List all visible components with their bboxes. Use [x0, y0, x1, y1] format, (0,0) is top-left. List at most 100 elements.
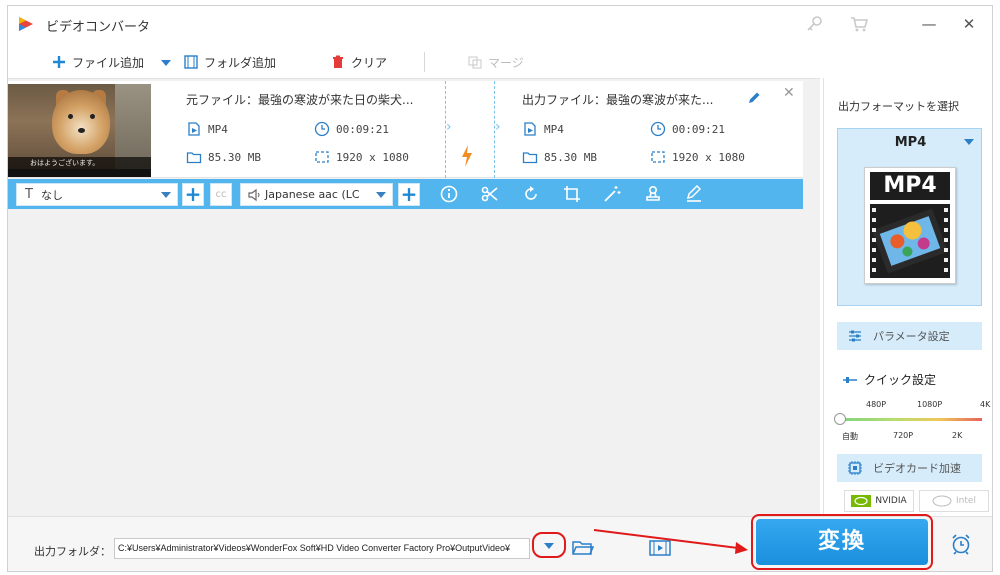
video-thumbnail[interactable]: おはようございます。	[8, 84, 151, 177]
dog-image	[52, 90, 110, 154]
quality-slider-handle[interactable]	[834, 413, 846, 425]
quality-slider-track[interactable]	[838, 418, 982, 421]
film-folder-icon	[184, 55, 198, 69]
quick-settings-title: クイック設定	[842, 371, 936, 388]
add-folder-button[interactable]: フォルダ追加	[183, 52, 276, 72]
add-folder-label: フォルダ追加	[204, 55, 277, 70]
folder-icon	[186, 152, 202, 164]
film-balloons-icon	[870, 204, 950, 278]
thumbnail-caption: おはようございます。	[8, 157, 151, 169]
audio-track-select[interactable]: Japanese aac (LC	[240, 183, 393, 206]
toolbar-divider	[424, 52, 425, 72]
source-resolution: 1920 x 1080	[314, 149, 409, 165]
app-window: ビデオコンバータ — ✕ ファイル追加 フォルダ追加 クリア マージ おはようご…	[7, 5, 993, 572]
resolution-icon	[315, 151, 329, 163]
quality-1080p: 1080P	[917, 400, 943, 409]
app-title: ビデオコンバータ	[46, 20, 151, 35]
resolution-icon	[651, 151, 665, 163]
rotate-icon[interactable]	[521, 184, 541, 204]
title-bar: ビデオコンバータ — ✕	[8, 6, 992, 42]
chevron-down-icon	[376, 192, 386, 198]
output-duration: 00:09:21	[650, 121, 725, 137]
source-duration: 00:09:21	[314, 121, 389, 137]
quality-720p: 720P	[893, 431, 914, 440]
nvidia-logo-icon	[851, 495, 872, 507]
app-logo-icon	[19, 17, 33, 31]
output-file-name: 出力ファイル：最強の寒波が来た...	[522, 93, 714, 107]
format-name: MP4	[894, 135, 927, 150]
merge-button[interactable]: マージ	[467, 52, 524, 72]
quality-2k: 2K	[952, 431, 963, 440]
video-format-icon	[524, 122, 536, 136]
add-file-button[interactable]: ファイル追加	[51, 52, 144, 72]
format-panel: 出力フォーマットを選択 MP4 MP4 パラメータ設定 クイック設定 480P …	[823, 78, 992, 516]
parameter-settings-button[interactable]: パラメータ設定	[837, 322, 982, 350]
lightning-icon	[462, 145, 472, 167]
magic-wand-icon[interactable]	[602, 184, 622, 204]
main-toolbar: ファイル追加 フォルダ追加 クリア マージ	[8, 46, 820, 76]
clear-label: クリア	[351, 55, 388, 70]
info-icon[interactable]	[439, 184, 459, 204]
source-format: MP4	[186, 121, 228, 137]
subtitle-select[interactable]: T なし	[16, 183, 178, 206]
clock-icon	[314, 121, 330, 137]
chevron-right-icon: ›	[446, 119, 452, 135]
add-file-label: ファイル追加	[72, 55, 145, 70]
chevron-down-icon	[544, 543, 554, 549]
output-size: 85.30 MB	[522, 149, 597, 165]
video-format-icon	[188, 122, 200, 136]
mp4-format-icon: MP4	[864, 167, 956, 284]
source-size: 85.30 MB	[186, 149, 261, 165]
edit-toolbar: T なし + cc Japanese aac (LC +	[8, 179, 803, 209]
minimize-button[interactable]: —	[919, 14, 939, 34]
merge-label: マージ	[488, 55, 524, 70]
add-subtitle-button[interactable]: +	[182, 183, 204, 206]
clock-icon	[650, 121, 666, 137]
format-panel-title: 出力フォーマットを選択	[838, 100, 959, 113]
format-selector[interactable]: MP4 MP4	[837, 128, 982, 306]
scissors-icon[interactable]	[480, 184, 500, 204]
speaker-icon	[248, 188, 260, 201]
source-file-name: 元ファイル：最強の寒波が来た日の柴犬...	[186, 93, 414, 107]
edit-name-icon[interactable]	[747, 91, 761, 105]
file-list-area: おはようございます。 元ファイル：最強の寒波が来た日の柴犬... MP4 00:…	[8, 78, 820, 516]
convert-button[interactable]: 変換	[756, 519, 928, 565]
text-icon: T	[25, 187, 33, 202]
close-button[interactable]: ✕	[959, 14, 979, 34]
chevron-right-icon: ›	[495, 119, 501, 135]
add-file-dropdown-icon[interactable]	[160, 58, 172, 68]
alarm-clock-icon[interactable]	[950, 533, 972, 555]
stamp-icon[interactable]	[643, 184, 663, 204]
nvidia-toggle[interactable]: NVIDIA	[844, 490, 914, 512]
add-audio-button[interactable]: +	[398, 183, 420, 206]
crop-icon[interactable]	[562, 184, 582, 204]
file-item[interactable]: おはようございます。 元ファイル：最強の寒波が来た日の柴犬... MP4 00:…	[8, 81, 803, 178]
slider-icon	[843, 376, 857, 383]
red-arrow-annotation	[593, 529, 748, 554]
chip-icon	[848, 461, 862, 475]
sliders-icon	[849, 330, 861, 342]
output-folder-path[interactable]: C:¥Users¥Administrator¥Videos¥WonderFox …	[114, 538, 530, 559]
remove-file-button[interactable]: ✕	[783, 85, 795, 101]
edit-text-icon[interactable]	[684, 184, 704, 204]
quality-4k: 4K	[980, 400, 991, 409]
merge-icon	[468, 56, 482, 69]
intel-logo-icon	[932, 495, 952, 507]
convert-highlight: 変換	[751, 514, 933, 570]
output-format: MP4	[522, 121, 564, 137]
trash-icon	[333, 55, 343, 68]
open-folder-icon[interactable]	[572, 539, 594, 557]
intel-toggle[interactable]: Intel	[919, 490, 989, 512]
output-folder-label: 出力フォルダ：	[34, 545, 111, 558]
output-resolution: 1920 x 1080	[650, 149, 745, 165]
chevron-down-icon	[161, 192, 171, 198]
clear-button[interactable]: クリア	[330, 52, 387, 72]
output-folder-dropdown[interactable]	[532, 532, 566, 558]
cc-button[interactable]: cc	[210, 183, 232, 206]
gpu-acceleration-button[interactable]: ビデオカード加速	[837, 454, 982, 482]
folder-icon	[522, 152, 538, 164]
key-icon[interactable]	[805, 14, 825, 34]
cart-icon[interactable]	[849, 14, 869, 34]
chevron-down-icon	[964, 139, 974, 145]
quality-auto: 自動	[842, 432, 858, 441]
